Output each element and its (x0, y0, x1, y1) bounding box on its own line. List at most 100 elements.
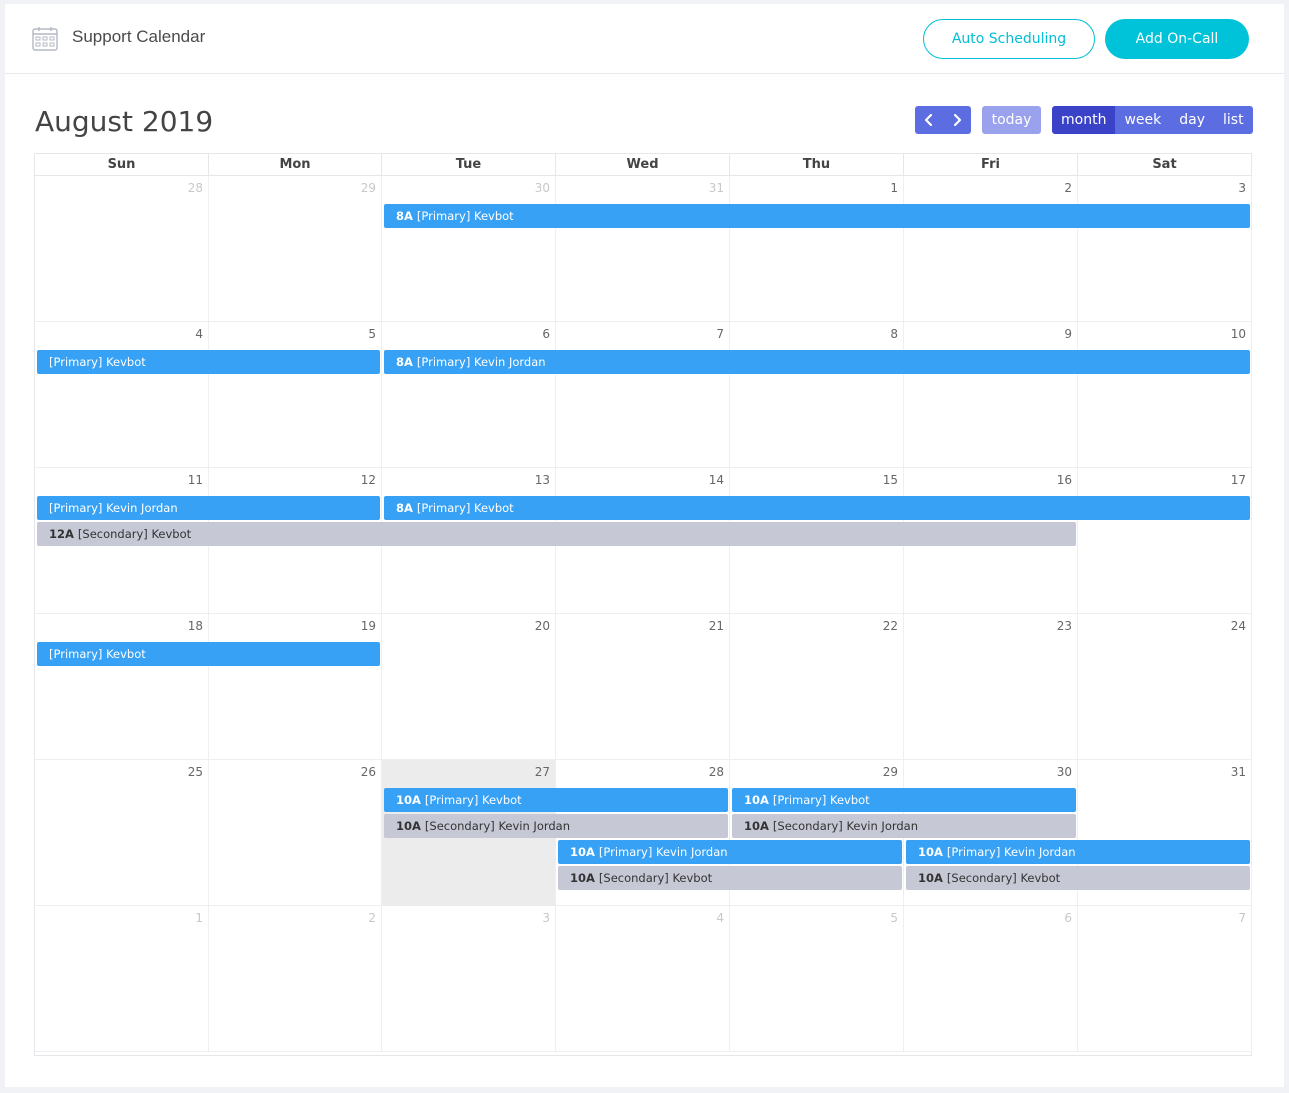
day-number[interactable]: 8 (890, 327, 898, 341)
event-secondary[interactable]: 10A [Secondary] Kevbot (906, 866, 1250, 890)
day-number[interactable]: 1 (195, 911, 203, 925)
day-number[interactable]: 28 (709, 765, 724, 779)
day-number[interactable]: 29 (361, 181, 376, 195)
day-number[interactable]: 29 (883, 765, 898, 779)
event-primary[interactable]: 8A [Primary] Kevbot (384, 204, 1250, 228)
day-number[interactable]: 25 (188, 765, 203, 779)
day-cell[interactable]: 2 (209, 906, 382, 1052)
day-number[interactable]: 17 (1231, 473, 1246, 487)
day-number[interactable]: 30 (1057, 765, 1072, 779)
day-cell[interactable]: 5 (730, 906, 904, 1052)
event-primary[interactable]: 10A [Primary] Kevin Jordan (906, 840, 1250, 864)
add-oncall-button[interactable]: Add On-Call (1105, 19, 1249, 59)
event-title: [Secondary] Kevin Jordan (424, 819, 571, 833)
day-number[interactable]: 31 (709, 181, 724, 195)
day-cell[interactable]: 6 (382, 322, 556, 468)
day-cell[interactable]: 3 (1078, 176, 1252, 322)
event-secondary[interactable]: 12A [Secondary] Kevbot (37, 522, 1076, 546)
event-secondary[interactable]: 10A [Secondary] Kevin Jordan (732, 814, 1076, 838)
app-header: Support Calendar Auto Scheduling Add On-… (5, 4, 1284, 74)
day-number[interactable]: 24 (1231, 619, 1246, 633)
day-cell[interactable]: 2 (904, 176, 1078, 322)
event-secondary[interactable]: 10A [Secondary] Kevin Jordan (384, 814, 728, 838)
day-number[interactable]: 4 (716, 911, 724, 925)
event-primary[interactable]: [Primary] Kevbot (37, 642, 380, 666)
today-button[interactable]: today (982, 106, 1041, 134)
day-number[interactable]: 16 (1057, 473, 1072, 487)
day-number[interactable]: 11 (188, 473, 203, 487)
day-number[interactable]: 5 (368, 327, 376, 341)
day-number[interactable]: 2 (1064, 181, 1072, 195)
view-week-button[interactable]: week (1115, 106, 1171, 134)
day-cell[interactable]: 4 (35, 322, 209, 468)
day-cell[interactable]: 17 (1078, 468, 1252, 614)
event-primary[interactable]: [Primary] Kevbot (37, 350, 380, 374)
day-cell[interactable]: 28 (35, 176, 209, 322)
day-number[interactable]: 14 (709, 473, 724, 487)
day-cell[interactable]: 22 (730, 614, 904, 760)
view-month-button[interactable]: month (1052, 106, 1116, 134)
day-cell[interactable]: 5 (209, 322, 382, 468)
day-number[interactable]: 30 (535, 181, 550, 195)
day-number[interactable]: 10 (1231, 327, 1246, 341)
event-primary[interactable]: 10A [Primary] Kevin Jordan (558, 840, 902, 864)
day-number[interactable]: 15 (883, 473, 898, 487)
prev-button[interactable] (915, 106, 943, 134)
day-cell[interactable]: 7 (556, 322, 730, 468)
day-number[interactable]: 21 (709, 619, 724, 633)
day-cell[interactable]: 1 (730, 176, 904, 322)
day-cell[interactable]: 20 (382, 614, 556, 760)
day-number[interactable]: 6 (1064, 911, 1072, 925)
day-number[interactable]: 27 (535, 765, 550, 779)
day-cell[interactable]: 10 (1078, 322, 1252, 468)
event-primary[interactable]: [Primary] Kevin Jordan (37, 496, 380, 520)
day-cell[interactable]: 21 (556, 614, 730, 760)
day-number[interactable]: 3 (1238, 181, 1246, 195)
prev-next-group (915, 106, 971, 134)
day-number[interactable]: 19 (361, 619, 376, 633)
day-number[interactable]: 3 (542, 911, 550, 925)
day-cell[interactable]: 3 (382, 906, 556, 1052)
event-primary[interactable]: 10A [Primary] Kevbot (384, 788, 728, 812)
day-number[interactable]: 13 (535, 473, 550, 487)
day-cell[interactable]: 9 (904, 322, 1078, 468)
day-cell[interactable]: 19 (209, 614, 382, 760)
day-cell[interactable]: 26 (209, 760, 382, 906)
day-number[interactable]: 26 (361, 765, 376, 779)
day-number[interactable]: 28 (188, 181, 203, 195)
next-button[interactable] (943, 106, 971, 134)
view-day-button[interactable]: day (1170, 106, 1215, 134)
day-number[interactable]: 20 (535, 619, 550, 633)
day-cell[interactable]: 7 (1078, 906, 1252, 1052)
day-cell[interactable]: 6 (904, 906, 1078, 1052)
day-number[interactable]: 23 (1057, 619, 1072, 633)
auto-scheduling-button[interactable]: Auto Scheduling (923, 19, 1095, 59)
view-list-button[interactable]: list (1214, 106, 1253, 134)
event-primary[interactable]: 8A [Primary] Kevin Jordan (384, 350, 1250, 374)
day-cell[interactable]: 1 (35, 906, 209, 1052)
day-cell[interactable]: 8 (730, 322, 904, 468)
day-number[interactable]: 7 (1238, 911, 1246, 925)
event-primary[interactable]: 10A [Primary] Kevbot (732, 788, 1076, 812)
day-cell[interactable]: 4 (556, 906, 730, 1052)
event-primary[interactable]: 8A [Primary] Kevbot (384, 496, 1250, 520)
day-cell[interactable]: 24 (1078, 614, 1252, 760)
event-secondary[interactable]: 10A [Secondary] Kevbot (558, 866, 902, 890)
day-cell[interactable]: 31 (556, 176, 730, 322)
day-cell[interactable]: 30 (382, 176, 556, 322)
day-number[interactable]: 22 (883, 619, 898, 633)
day-cell[interactable]: 23 (904, 614, 1078, 760)
day-number[interactable]: 4 (195, 327, 203, 341)
day-cell[interactable]: 29 (209, 176, 382, 322)
day-number[interactable]: 2 (368, 911, 376, 925)
day-number[interactable]: 7 (716, 327, 724, 341)
day-number[interactable]: 6 (542, 327, 550, 341)
day-number[interactable]: 9 (1064, 327, 1072, 341)
day-number[interactable]: 31 (1231, 765, 1246, 779)
day-number[interactable]: 12 (361, 473, 376, 487)
day-cell[interactable]: 25 (35, 760, 209, 906)
day-number[interactable]: 1 (890, 181, 898, 195)
day-cell[interactable]: 18 (35, 614, 209, 760)
day-number[interactable]: 18 (188, 619, 203, 633)
day-number[interactable]: 5 (890, 911, 898, 925)
